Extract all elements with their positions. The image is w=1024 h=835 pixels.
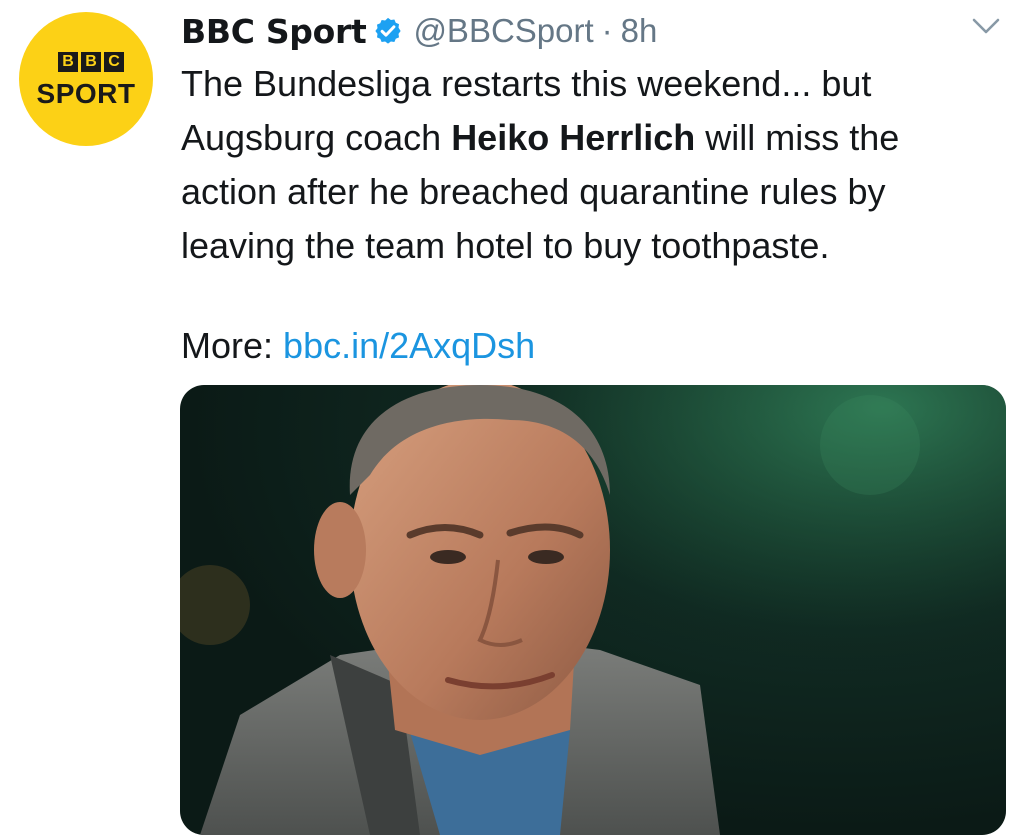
- tweet-text-bold-name: Heiko Herrlich: [451, 117, 696, 158]
- more-line: More: bbc.in/2AxqDsh: [181, 319, 535, 373]
- bbc-letter-c: C: [104, 52, 124, 72]
- avatar-sport-word: SPORT: [36, 78, 136, 109]
- bbc-letter-b2: B: [81, 52, 101, 72]
- chevron-down-icon[interactable]: [970, 14, 1002, 38]
- tweet-photo[interactable]: [180, 385, 1006, 835]
- bbc-logo-blocks: B B C: [58, 52, 124, 72]
- more-label: More:: [181, 325, 274, 366]
- author-handle[interactable]: @BBCSport: [413, 12, 593, 50]
- tweet-text: The Bundesliga restarts this weekend... …: [181, 57, 1011, 273]
- coach-photo-illustration: [180, 385, 1006, 835]
- verified-badge-icon: [375, 17, 402, 44]
- tweet-link[interactable]: bbc.in/2AxqDsh: [283, 325, 535, 366]
- header-separator: ·: [601, 12, 613, 49]
- avatar[interactable]: B B C SPORT: [19, 12, 153, 146]
- bbc-letter-b1: B: [58, 52, 78, 72]
- tweet-header: BBC Sport @BBCSport · 8h: [181, 7, 657, 55]
- tweet-time[interactable]: 8h: [621, 12, 658, 50]
- author-name[interactable]: BBC Sport: [181, 12, 367, 51]
